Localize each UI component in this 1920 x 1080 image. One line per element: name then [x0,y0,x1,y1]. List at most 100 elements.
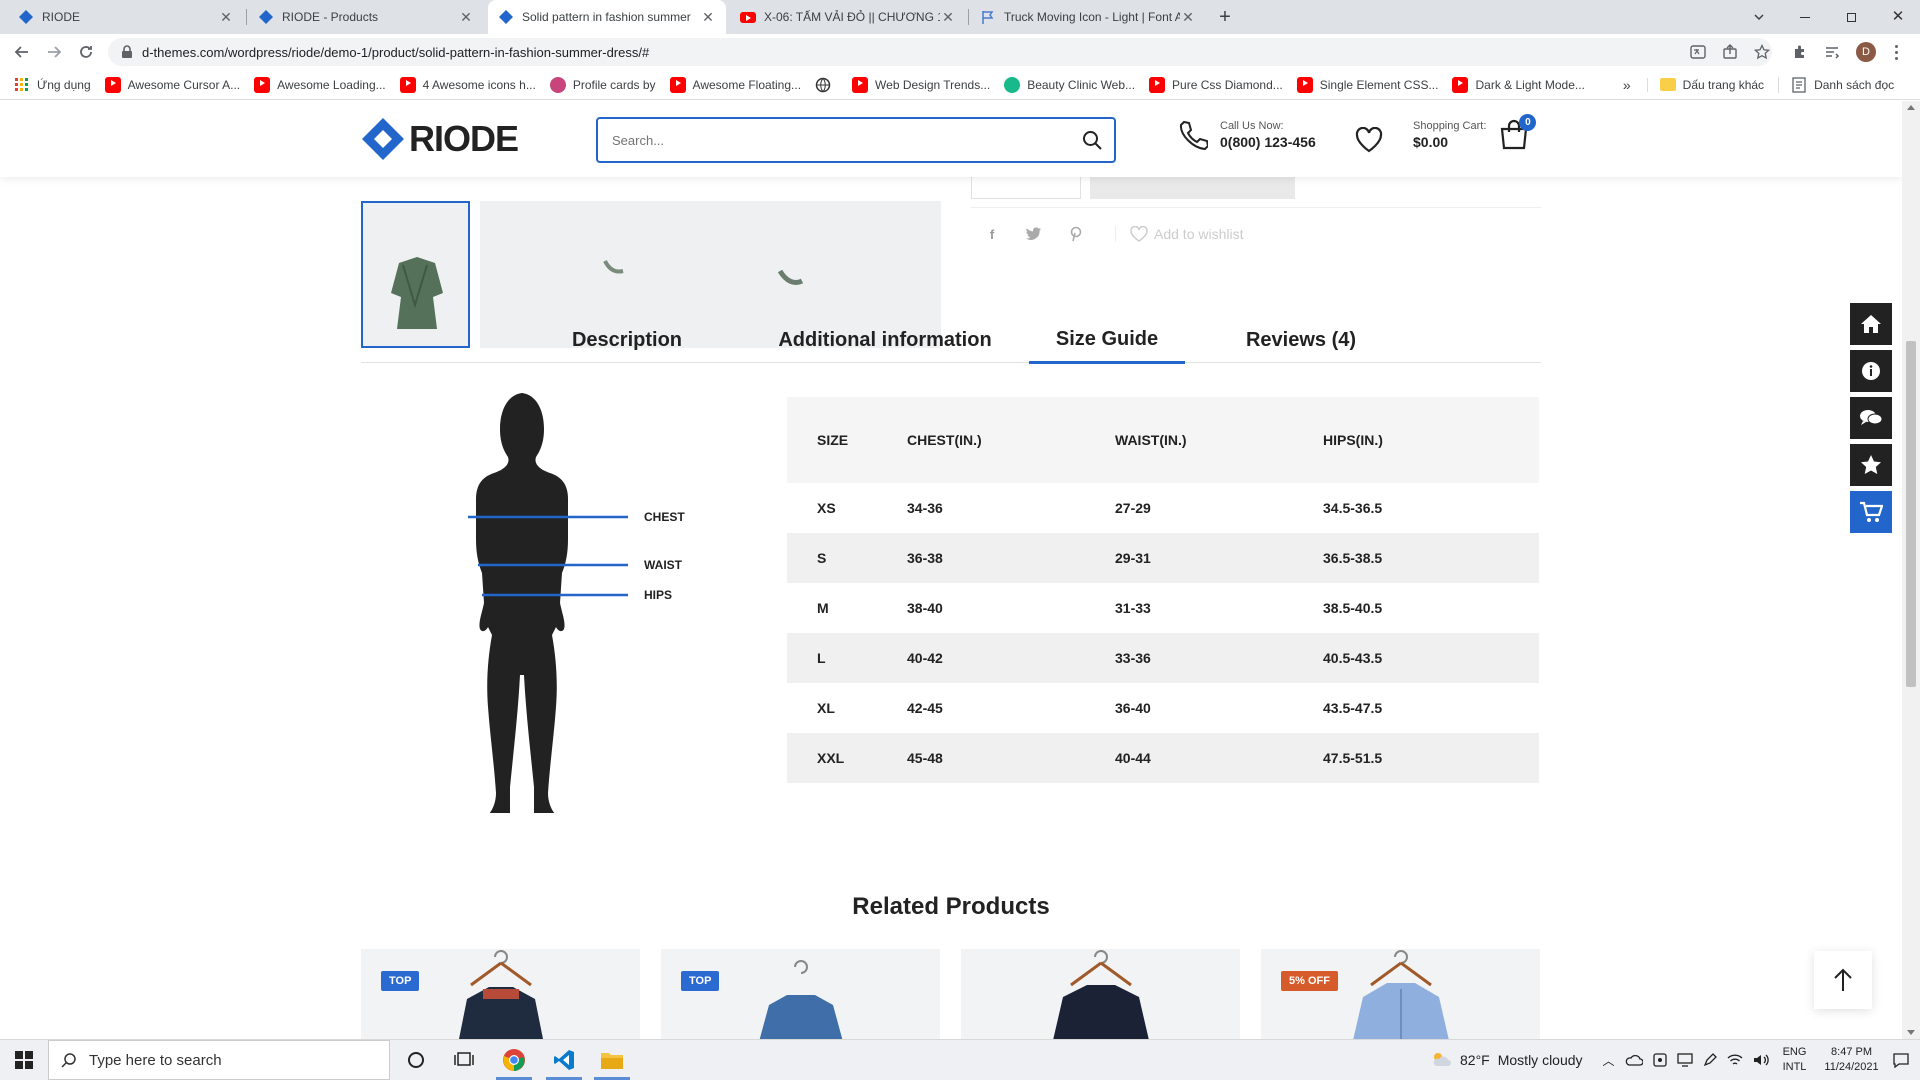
weather-icon[interactable] [1430,1050,1452,1070]
extensions-icon[interactable] [1792,44,1808,60]
product-card[interactable]: TOP [361,949,640,1039]
bookmark-item[interactable]: 4 Awesome icons h... [399,76,536,93]
search-icon [61,1053,76,1068]
arrow-left-icon [14,46,28,58]
browser-menu-button[interactable] [1890,42,1902,62]
product-card[interactable] [961,949,1240,1039]
reading-list-icon[interactable] [1824,44,1840,60]
cortana-icon [408,1052,424,1068]
twitter-icon[interactable] [1025,225,1043,243]
clock-date: 11/24/2021 [1824,1061,1879,1073]
pen-icon[interactable] [1703,1053,1717,1067]
chrome-taskbar-button[interactable] [502,1048,526,1072]
chevron-up-icon[interactable]: ︿ [1603,1052,1615,1069]
chest-cell: 36-38 [907,533,1115,583]
search-input[interactable] [598,120,1070,160]
maximize-button[interactable] [1842,8,1860,26]
close-icon[interactable]: ✕ [1180,9,1196,26]
wishlist-button[interactable] [1355,127,1383,153]
call-us[interactable]: Call Us Now: 0(800) 123-456 [1178,119,1316,151]
chest-cell: 38-40 [907,600,943,616]
product-card[interactable]: 5% OFF [1261,949,1540,1039]
browser-tab[interactable]: RIODE ✕ [8,0,244,34]
bookmark-item[interactable]: Awesome Loading... [254,76,386,93]
info-button[interactable] [1850,350,1892,392]
favorites-button[interactable] [1850,444,1892,486]
bookmark-item[interactable] [815,77,838,93]
bookmark-item[interactable]: Dark & Light Mode... [1452,76,1585,93]
product-card[interactable]: TOP [661,949,940,1039]
share-icon[interactable] [1722,44,1738,60]
browser-tab[interactable]: RIODE - Products ✕ [248,0,484,34]
bookmark-item[interactable]: Web Design Trends... [852,76,990,93]
minimize-button[interactable] [1796,8,1814,26]
search-button[interactable] [1070,130,1114,150]
clock[interactable]: 8:47 PM 11/24/2021 [1824,1045,1878,1075]
tab-additional-information[interactable]: Additional information [733,317,1037,363]
bookmark-apps[interactable]: Ứng dụng [14,77,91,93]
browser-tab-active[interactable]: Solid pattern in fashion summer ✕ [488,0,726,34]
logo[interactable]: RIODE [361,117,519,161]
scroll-down-arrow[interactable] [1907,1030,1915,1035]
vscode-taskbar-button[interactable] [552,1048,576,1072]
browser-tab-title: X-06: TẤM VẢI ĐỎ || CHƯƠNG 1( [764,10,940,24]
translate-icon[interactable] [1690,44,1706,60]
window-close-button[interactable]: ✕ [1888,6,1908,26]
notification-icon[interactable] [1893,1052,1909,1068]
tab-description[interactable]: Description [521,317,733,363]
reload-button[interactable] [74,40,98,64]
tab-reviews[interactable]: Reviews (4) [1201,317,1401,363]
forward-button[interactable] [42,40,66,64]
volume-icon[interactable] [1753,1053,1769,1067]
web-page: f Add to wishlist RIODE Call Us Now: 0(8… [0,101,1902,1039]
onedrive-icon[interactable] [1625,1054,1643,1066]
waist-cell: 27-29 [1115,500,1151,516]
language-indicator[interactable]: ENG INTL [1783,1045,1807,1075]
task-view-button[interactable] [452,1048,476,1072]
tab-search-button[interactable] [1748,6,1770,28]
close-icon[interactable]: ✕ [218,9,234,26]
chat-button[interactable] [1850,397,1892,439]
tab-size-guide[interactable]: Size Guide [1029,317,1185,364]
taskbar-search[interactable]: Type here to search [48,1040,390,1080]
wifi-icon[interactable] [1727,1053,1743,1067]
scrollbar-thumb[interactable] [1906,341,1916,687]
add-to-cart-button[interactable] [1090,177,1295,199]
back-to-top-button[interactable] [1814,951,1872,1009]
monitor-icon[interactable] [1676,1053,1693,1067]
bookmark-item[interactable]: Single Element CSS... [1296,76,1438,93]
back-button[interactable] [10,40,34,64]
home-button[interactable] [1850,303,1892,345]
avatar[interactable]: D [1856,42,1876,62]
start-button[interactable] [12,1048,36,1072]
close-icon[interactable]: ✕ [700,9,716,26]
bookmarks-overflow-button[interactable]: » [1623,77,1631,93]
url-text: d-themes.com/wordpress/riode/demo-1/prod… [142,44,650,60]
cart-button[interactable] [1850,491,1892,533]
bookmark-label: Awesome Floating... [692,77,802,92]
bookmark-item[interactable]: Pure Css Diamond... [1149,76,1283,93]
bookmark-item[interactable]: Beauty Clinic Web... [1004,76,1135,93]
bookmark-item[interactable]: Awesome Cursor A... [104,76,240,93]
close-icon[interactable]: ✕ [458,9,474,26]
cortana-button[interactable] [404,1048,428,1072]
browser-tab[interactable]: X-06: TẤM VẢI ĐỎ || CHƯƠNG 1( ✕ [730,0,966,34]
close-icon[interactable]: ✕ [940,9,956,26]
address-bar[interactable]: d-themes.com/wordpress/riode/demo-1/prod… [108,38,1772,66]
bookmark-folder-other[interactable]: Dấu trang khác [1646,77,1764,92]
quantity-stepper[interactable] [971,177,1081,199]
app-tray-icon[interactable] [1652,1053,1667,1067]
add-to-wishlist-link[interactable]: Add to wishlist [1115,226,1243,242]
reading-list-button[interactable]: Danh sách đọc [1778,76,1894,93]
new-tab-button[interactable]: + [1214,6,1236,28]
bookmark-item[interactable]: Profile cards by [549,76,656,93]
page-scrollbar[interactable] [1902,101,1920,1039]
bookmark-item[interactable]: Awesome Floating... [669,76,802,93]
browser-tab[interactable]: Truck Moving Icon - Light | Font A ✕ [970,0,1206,34]
scroll-up-arrow[interactable] [1907,105,1915,110]
pinterest-icon[interactable] [1067,225,1085,243]
star-bookmark-icon[interactable] [1754,44,1770,60]
file-explorer-taskbar-button[interactable] [600,1048,624,1072]
facebook-icon[interactable]: f [983,225,1001,243]
shopping-cart[interactable]: Shopping Cart: $0.00 0 [1413,114,1537,151]
